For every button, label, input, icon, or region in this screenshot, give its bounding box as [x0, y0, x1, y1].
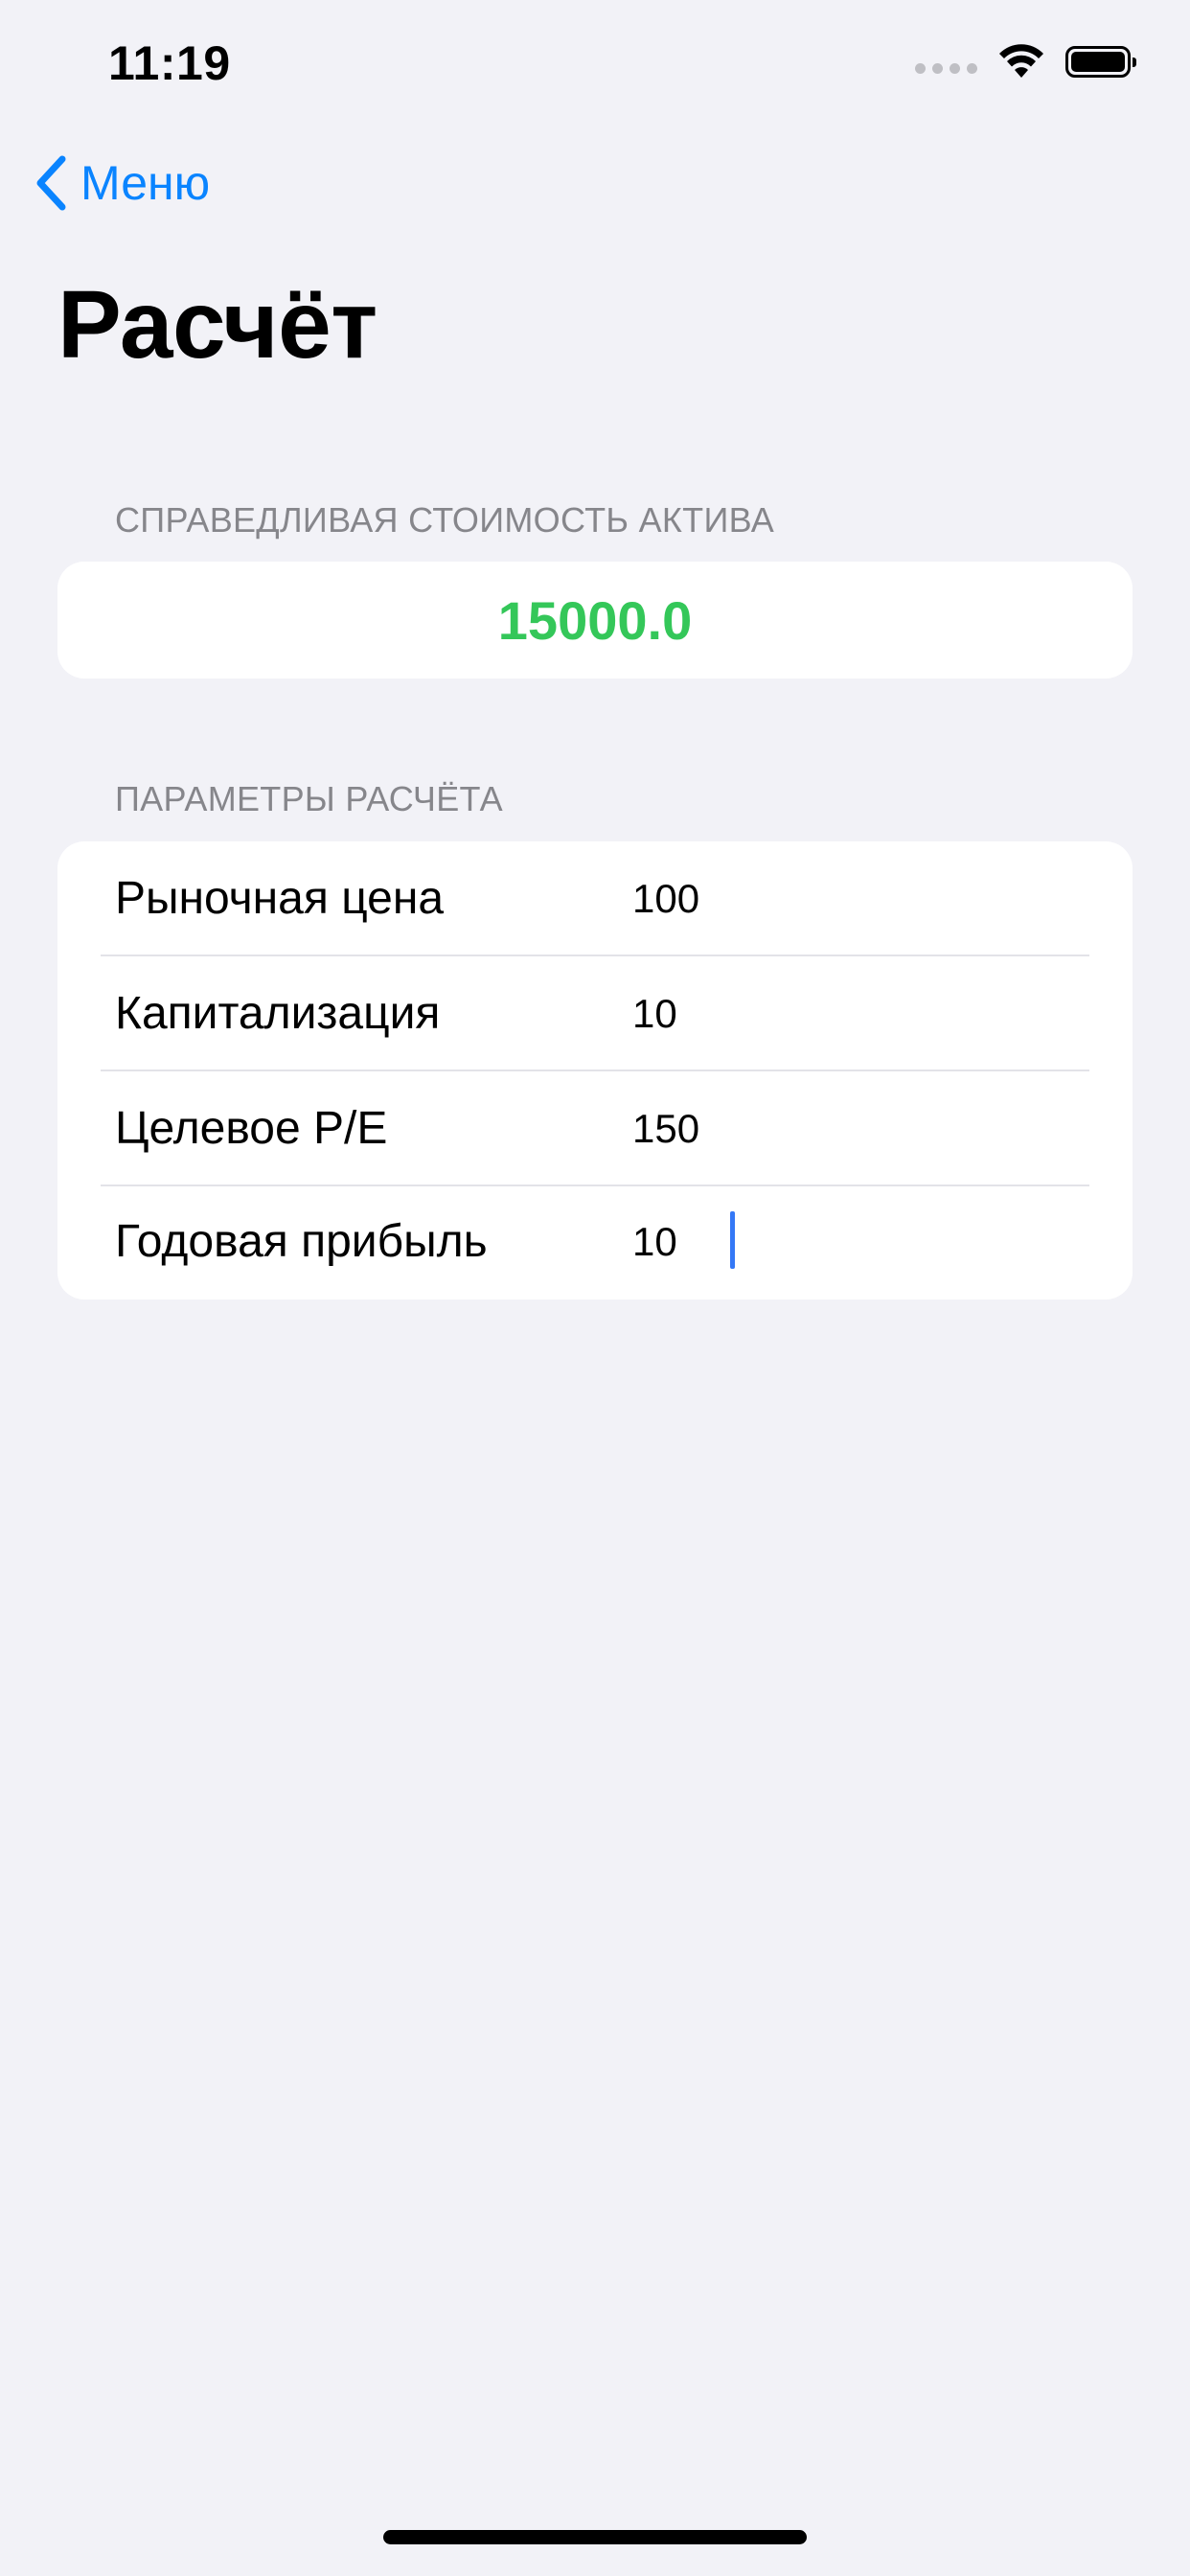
back-button[interactable]: Меню: [34, 155, 210, 211]
status-indicators: [915, 44, 1136, 79]
text-caret: [730, 1211, 735, 1269]
status-bar: 11:19: [0, 0, 1190, 129]
result-section-header: СПРАВЕДЛИВАЯ СТОИМОСТЬ АКТИВА: [115, 500, 775, 540]
home-indicator[interactable]: [383, 2530, 807, 2544]
cellular-signal-icon: [915, 62, 977, 74]
annual-profit-input[interactable]: [632, 1217, 1073, 1267]
param-row-market-price: Рыночная цена: [57, 841, 1133, 956]
capitalization-input[interactable]: [632, 989, 1073, 1039]
param-row-target-pe: Целевое P/E: [57, 1071, 1133, 1186]
status-time: 11:19: [108, 36, 231, 90]
fair-value-result: 15000.0: [497, 589, 693, 651]
params-section-header: ПАРАМЕТРЫ РАСЧЁТА: [115, 779, 503, 818]
param-label: Капитализация: [115, 988, 441, 1039]
page-title: Расчёт: [57, 271, 378, 379]
battery-icon: [1065, 45, 1136, 78]
params-card: Рыночная цена Капитализация Целевое P/E …: [57, 841, 1133, 1300]
param-row-annual-profit: Годовая прибыль: [57, 1184, 1133, 1300]
param-label: Рыночная цена: [115, 873, 445, 924]
param-row-capitalization: Капитализация: [57, 956, 1133, 1071]
back-button-label: Меню: [80, 156, 211, 210]
wifi-icon: [999, 44, 1043, 78]
param-label: Годовая прибыль: [115, 1216, 488, 1267]
result-card: 15000.0: [57, 562, 1133, 678]
market-price-input[interactable]: [632, 874, 1073, 924]
chevron-left-icon: [36, 155, 66, 211]
target-pe-input[interactable]: [632, 1104, 1073, 1154]
param-label: Целевое P/E: [115, 1103, 388, 1154]
